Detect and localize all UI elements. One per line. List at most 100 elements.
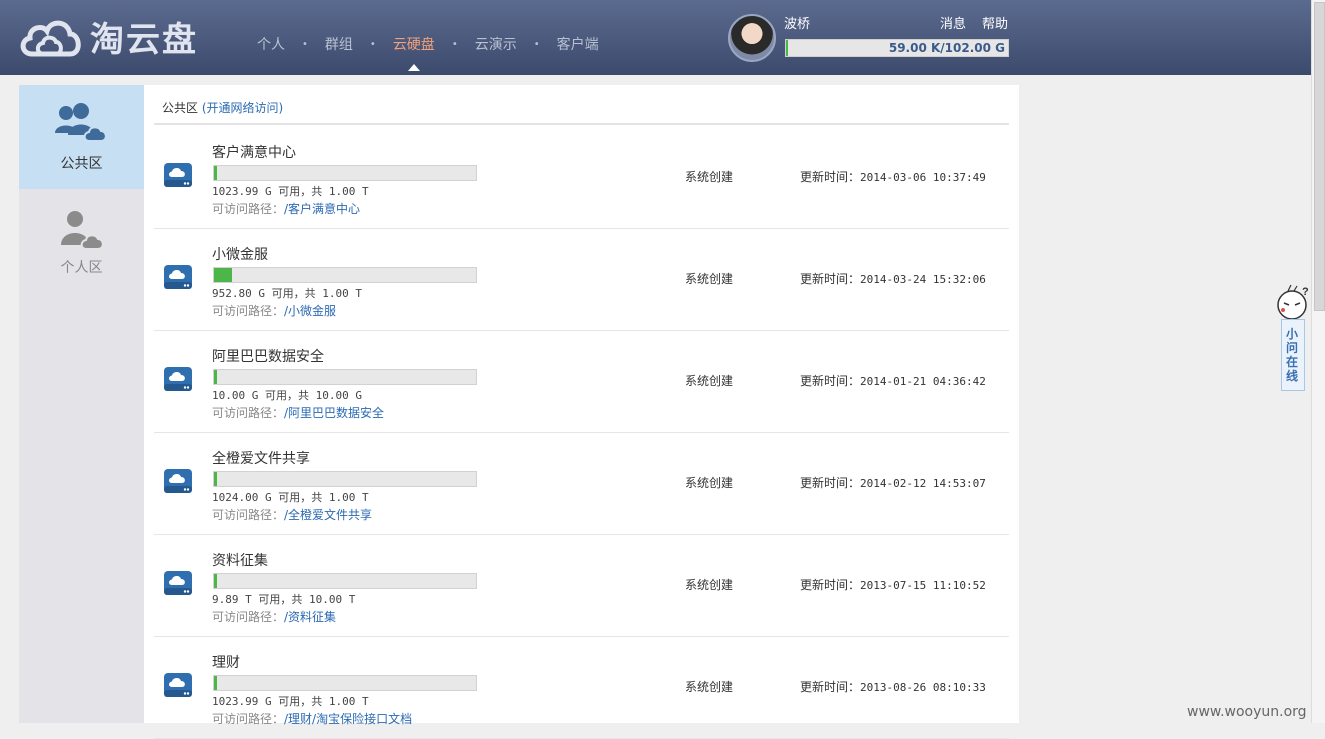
capacity-text: 1023.99 G 可用，共 1.00 T [212,695,369,708]
nav-client[interactable]: 客户端 [540,34,616,54]
logo[interactable]: 淘云盘 [18,14,198,60]
updated-label: 更新时间： [800,680,861,694]
updated-label: 更新时间： [800,578,861,592]
usage-bar-fill [214,574,217,588]
access-path: 可访问路径：/客户满意中心 [212,200,360,217]
capacity-text: 1023.99 G 可用，共 1.00 T [212,185,369,198]
usage-bar-fill [214,268,233,282]
access-path-link[interactable]: /资料征集 [284,610,336,624]
sidebar: 公共区 个人区 [19,85,144,723]
helper-label: 小问在线 [1285,327,1298,383]
updated-time-value: 2014-03-06 10:37:49 [860,171,986,184]
drive-name[interactable]: 小微金服 [212,244,268,264]
sidebar-label-personal: 个人区 [60,260,103,276]
usage-bar [213,165,477,181]
avatar[interactable] [728,14,776,62]
drive-name[interactable]: 客户满意中心 [212,142,296,162]
mascot-icon: ? [1277,284,1309,320]
cloud-drive-icon[interactable] [163,263,193,291]
cloud-drive-icon[interactable] [163,365,193,393]
group-users-icon [55,103,107,142]
drive-row: 全橙爱文件共享 1024.00 G 可用，共 1.00 T 可访问路径：/全橙爱… [154,433,1009,535]
access-path-link[interactable]: /阿里巴巴数据安全 [284,406,384,420]
main-panel: 公共区 (开通网络访问) 客户满意中心 1023.99 G 可用，共 1.00 … [144,85,1019,739]
updated-time: 更新时间：2014-01-21 04:36:42 [800,372,986,389]
access-path: 可访问路径：/小微金服 [212,302,336,319]
updated-time-value: 2014-02-12 14:53:07 [860,477,986,490]
usage-bar [213,471,477,487]
storage-quota-bar: 59.00 K/102.00 G [785,39,1009,57]
capacity-text: 1024.00 G 可用，共 1.00 T [212,491,369,504]
updated-time: 更新时间：2014-02-12 14:53:07 [800,474,986,491]
drive-row: 客户满意中心 1023.99 G 可用，共 1.00 T 可访问路径：/客户满意… [154,127,1009,229]
access-path-link[interactable]: /全橙爱文件共享 [284,508,372,522]
usage-bar [213,675,477,691]
username[interactable]: 波桥 [784,13,810,32]
updated-time-value: 2013-08-26 08:10:33 [860,681,986,694]
usage-bar-fill [214,472,217,486]
scrollbar-thumb[interactable] [1314,2,1325,311]
creator-text: 系统创建 [685,272,734,286]
cloud-drive-icon[interactable] [163,569,193,597]
capacity-text: 10.00 G 可用，共 10.00 G [212,389,362,402]
updated-time-value: 2013-07-15 11:10:52 [860,579,986,592]
updated-time: 更新时间：2014-03-06 10:37:49 [800,168,986,185]
breadcrumb: 公共区 (开通网络访问) [162,99,283,116]
access-path: 可访问路径：/资料征集 [212,608,336,625]
help-link[interactable]: 帮助 [982,13,1008,32]
access-path: 可访问路径：/阿里巴巴数据安全 [212,404,384,421]
quota-fill [786,40,789,56]
cloud-drive-icon[interactable] [163,671,193,699]
enable-network-access-link[interactable]: (开通网络访问) [202,101,283,115]
nav-cloud-disk[interactable]: 云硬盘 [376,34,452,71]
updated-time: 更新时间：2014-03-24 15:32:06 [800,270,986,287]
usage-bar-fill [214,676,217,690]
usage-bar [213,573,477,589]
usage-bar-fill [214,166,217,180]
access-path-label: 可访问路径： [212,304,285,318]
nav-personal[interactable]: 个人 [240,34,302,54]
nav-cloud-presentation[interactable]: 云演示 [458,34,534,54]
access-path-label: 可访问路径： [212,508,285,522]
creator-text: 系统创建 [685,476,734,490]
drive-name[interactable]: 理财 [212,652,240,672]
drive-name[interactable]: 阿里巴巴数据安全 [212,346,324,366]
divider [154,123,1009,125]
updated-label: 更新时间： [800,374,861,388]
nav-groups[interactable]: 群组 [308,34,370,54]
updated-label: 更新时间： [800,170,861,184]
svg-text:?: ? [1302,286,1309,298]
sidebar-label-public: 公共区 [60,156,103,172]
capacity-text: 9.89 T 可用，共 10.00 T [212,593,356,606]
messages-link[interactable]: 消息 [940,13,966,32]
drive-row: 小微金服 952.80 G 可用，共 1.00 T 可访问路径：/小微金服 系统… [154,229,1009,331]
drive-name[interactable]: 资料征集 [212,550,268,570]
access-path-link[interactable]: /客户满意中心 [284,202,360,216]
updated-label: 更新时间： [800,476,861,490]
online-helper-widget[interactable]: ? 小问在线 [1275,283,1311,393]
sidebar-item-public[interactable]: 公共区 [19,85,144,189]
access-path-link[interactable]: /小微金服 [284,304,336,318]
drive-name[interactable]: 全橙爱文件共享 [212,448,310,468]
scrollbar[interactable] [1311,0,1325,723]
watermark: www.wooyun.org [1187,704,1307,720]
access-path-label: 可访问路径： [212,202,285,216]
cloud-drive-icon[interactable] [163,161,193,189]
access-path-link[interactable]: /理财/淘宝保险接口文档 [284,712,412,726]
drive-row: 理财 1023.99 G 可用，共 1.00 T 可访问路径：/理财/淘宝保险接… [154,637,1009,739]
logo-text: 淘云盘 [90,19,198,60]
usage-bar [213,369,477,385]
creator-text: 系统创建 [685,680,734,694]
sidebar-item-personal[interactable]: 个人区 [19,189,144,293]
cloud-drive-icon[interactable] [163,467,193,495]
breadcrumb-current: 公共区 [162,101,199,115]
updated-label: 更新时间： [800,272,861,286]
updated-time-value: 2014-01-21 04:36:42 [860,375,986,388]
updated-time: 更新时间：2013-08-26 08:10:33 [800,678,986,695]
creator-text: 系统创建 [685,578,734,592]
top-header: 淘云盘 个人 • 群组 • 云硬盘 • 云演示 • 客户端 波桥 消息 帮助 5… [0,0,1311,75]
drive-row: 资料征集 9.89 T 可用，共 10.00 T 可访问路径：/资料征集 系统创… [154,535,1009,637]
access-path-label: 可访问路径： [212,712,285,726]
access-path: 可访问路径：/理财/淘宝保险接口文档 [212,710,412,727]
creator-text: 系统创建 [685,374,734,388]
